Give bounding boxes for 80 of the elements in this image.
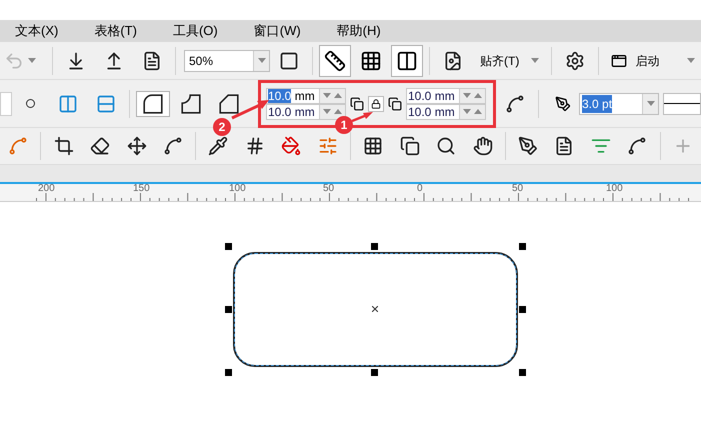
eyedropper-icon[interactable] — [208, 136, 228, 156]
corner-radius-field[interactable]: 10.0 mm — [406, 104, 486, 120]
ruler-label: 50 — [512, 184, 524, 194]
spin-up-icon[interactable] — [474, 109, 482, 114]
selection-handle[interactable] — [225, 369, 232, 376]
corner-type-button[interactable] — [136, 90, 170, 116]
ruler-label: 0 — [417, 184, 423, 194]
selection-handle[interactable] — [225, 243, 232, 250]
zoom-value: 50% — [188, 52, 214, 70]
spin-up-icon[interactable] — [334, 109, 342, 114]
fill-icon[interactable] — [281, 136, 302, 156]
corner-radius-field[interactable]: 10.0 mm — [266, 88, 346, 104]
ruler-label: 200 — [38, 184, 55, 194]
corner-shape-icon — [141, 92, 165, 116]
corner-radius-field[interactable]: 10.0 mm — [406, 88, 486, 104]
center-mark-icon — [372, 306, 378, 312]
arc-icon[interactable] — [505, 94, 525, 114]
outline-width-value: 3.0 pt — [582, 94, 612, 112]
menu-item[interactable]: 文本(X) — [15, 21, 58, 41]
curve-icon[interactable] — [627, 136, 648, 156]
corner-radius-value: 10.0 mm — [407, 88, 455, 102]
pen-nib-icon — [555, 96, 571, 112]
ruler-label: 100 — [606, 184, 623, 194]
zoom-combobox[interactable]: 50% — [184, 50, 270, 72]
spin-up-icon[interactable] — [474, 93, 482, 98]
selection-handle[interactable] — [519, 369, 526, 376]
selection-handle[interactable] — [519, 243, 526, 250]
corner-radius-value: 10.0 mm — [267, 104, 315, 118]
lock-icon — [371, 98, 381, 108]
arrow-drawing — [351, 112, 373, 122]
transparency-icon[interactable] — [363, 136, 384, 156]
outline-width-combobox[interactable]: 3.0 pt — [579, 92, 659, 114]
caret-icon — [463, 109, 471, 114]
view-toggle-button[interactable] — [319, 44, 351, 76]
spin-up-icon[interactable] — [334, 93, 342, 98]
caret-icon — [323, 109, 331, 114]
caret-icon — [28, 58, 36, 63]
selection-handle[interactable] — [371, 243, 378, 250]
selection-handle[interactable] — [371, 369, 378, 376]
window-icon[interactable] — [611, 52, 628, 68]
transform-icon[interactable] — [126, 136, 147, 156]
node-box — [0, 92, 12, 116]
line-style-preview[interactable] — [663, 92, 701, 114]
menu-item[interactable]: 帮助(H) — [336, 21, 381, 41]
ruler-label: 100 — [229, 184, 246, 194]
caret-icon — [531, 58, 540, 63]
rounded-rectangle-shape[interactable] — [233, 252, 518, 367]
hand-icon[interactable] — [472, 136, 493, 156]
corner-shape-icon — [217, 92, 241, 116]
launch-label[interactable]: 启动 — [635, 52, 660, 70]
lock-button[interactable] — [368, 96, 384, 112]
pen-icon[interactable] — [518, 136, 538, 156]
grid-icon — [360, 50, 382, 72]
caret-icon — [323, 93, 331, 98]
settings-icon[interactable] — [565, 50, 586, 70]
mirror-horizontal-icon[interactable] — [58, 94, 78, 114]
grid-tool-icon[interactable] — [244, 136, 265, 156]
search-icon[interactable] — [436, 136, 456, 156]
ruler-label: 50 — [323, 184, 334, 194]
menu-item[interactable]: 工具(O) — [172, 21, 218, 41]
corner-radius-field[interactable]: 10.0 mm — [266, 104, 346, 120]
corner-radius-value: 10.0 mm — [407, 104, 455, 118]
caret-icon — [463, 93, 471, 98]
arrow-drawing — [230, 98, 270, 120]
ruler-icon — [324, 50, 346, 72]
crop-icon[interactable] — [54, 136, 74, 156]
ruler-label: 150 — [133, 184, 150, 194]
corner-shape-icon — [179, 92, 203, 116]
menu-item[interactable]: 窗口(W) — [254, 21, 301, 41]
snap-label[interactable]: 贴齐(T) — [480, 52, 520, 70]
eraser-icon[interactable] — [90, 136, 110, 156]
menu-item[interactable]: 表格(T) — [94, 21, 137, 41]
selection-handle[interactable] — [225, 306, 232, 313]
caret-icon — [646, 101, 654, 106]
caret-icon — [258, 58, 266, 63]
caret-icon — [687, 58, 696, 63]
view-toggle-button[interactable] — [391, 44, 423, 76]
corner-radius-value: 10.0 mm — [267, 88, 315, 102]
mirror-vertical-icon[interactable] — [96, 94, 116, 114]
selection-handle[interactable] — [519, 306, 526, 313]
